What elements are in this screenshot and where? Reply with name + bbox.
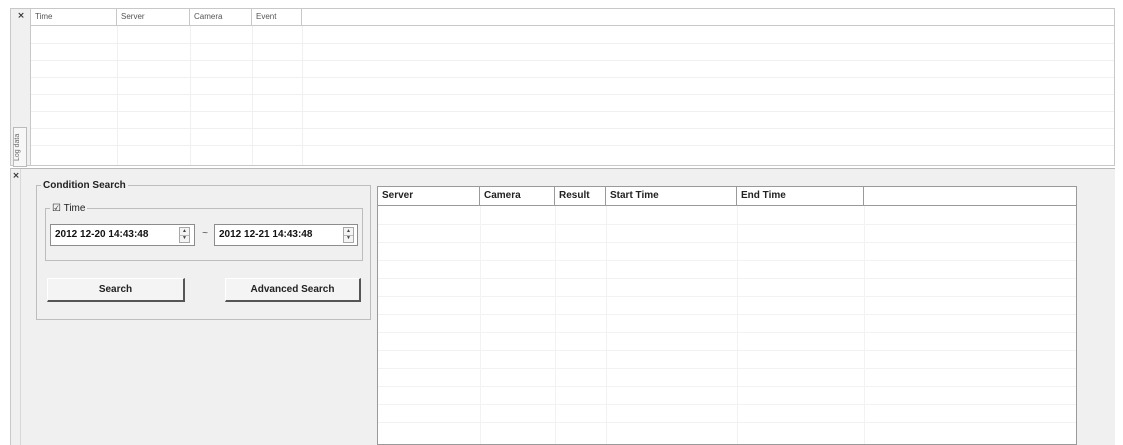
- results-table-header: Server Camera Result Start Time End Time: [378, 187, 1076, 206]
- time-checkbox-label[interactable]: Time: [64, 203, 86, 214]
- results-col-server[interactable]: Server: [378, 187, 480, 205]
- end-time-spinner[interactable]: ▲ ▼: [343, 227, 354, 243]
- results-col-result[interactable]: Result: [555, 187, 606, 205]
- log-data-side-tab[interactable]: Log data: [13, 127, 27, 167]
- results-grid-line: [378, 314, 1076, 315]
- log-panel-close-icon[interactable]: ×: [16, 11, 26, 21]
- time-checkbox[interactable]: ☑: [52, 203, 61, 214]
- search-panel-close-icon[interactable]: ×: [11, 171, 21, 181]
- log-grid-line: [31, 43, 1114, 44]
- results-grid-line: [378, 296, 1076, 297]
- results-grid-line: [378, 404, 1076, 405]
- results-grid-line: [378, 350, 1076, 351]
- results-grid-line: [378, 224, 1076, 225]
- chevron-down-icon[interactable]: ▼: [344, 235, 353, 242]
- results-grid-line: [378, 386, 1076, 387]
- results-col-start-time[interactable]: Start Time: [606, 187, 737, 205]
- results-grid-line: [378, 332, 1076, 333]
- log-panel: × Log data Time Server Camera Event: [10, 8, 1115, 167]
- results-grid-line: [378, 260, 1076, 261]
- start-time-spinner[interactable]: ▲ ▼: [179, 227, 190, 243]
- results-grid-line: [378, 368, 1076, 369]
- log-grid-line: [31, 111, 1114, 112]
- log-grid-line: [31, 77, 1114, 78]
- search-panel-side-strip: ×: [11, 169, 21, 445]
- log-grid-line: [31, 94, 1114, 95]
- results-grid-line: [378, 242, 1076, 243]
- advanced-search-button[interactable]: Advanced Search: [225, 278, 361, 302]
- log-table-header: Time Server Camera Event: [31, 9, 1114, 26]
- results-table[interactable]: Server Camera Result Start Time End Time: [377, 186, 1077, 445]
- condition-search-label: Condition Search: [43, 180, 126, 191]
- log-col-server[interactable]: Server: [117, 9, 190, 25]
- results-grid-line: [378, 422, 1076, 423]
- search-button[interactable]: Search: [47, 278, 185, 302]
- end-time-value: 2012 12-21 14:43:48: [219, 229, 313, 240]
- end-time-field[interactable]: 2012 12-21 14:43:48: [214, 224, 358, 246]
- log-col-event[interactable]: Event: [252, 9, 302, 25]
- log-grid-line: [31, 60, 1114, 61]
- results-col-camera[interactable]: Camera: [480, 187, 555, 205]
- chevron-down-icon[interactable]: ▼: [180, 235, 189, 242]
- log-col-camera[interactable]: Camera: [190, 9, 252, 25]
- time-group-legend: ☑ Time: [50, 203, 87, 214]
- start-time-value: 2012 12-20 14:43:48: [55, 229, 149, 240]
- results-col-end-time[interactable]: End Time: [737, 187, 864, 205]
- date-range-separator: ~: [202, 228, 208, 239]
- log-panel-side-strip: × Log data: [11, 9, 31, 167]
- results-grid-line: [378, 278, 1076, 279]
- log-grid-line: [31, 128, 1114, 129]
- log-grid-line: [31, 145, 1114, 146]
- start-time-field[interactable]: 2012 12-20 14:43:48: [50, 224, 195, 246]
- log-col-time[interactable]: Time: [31, 9, 117, 25]
